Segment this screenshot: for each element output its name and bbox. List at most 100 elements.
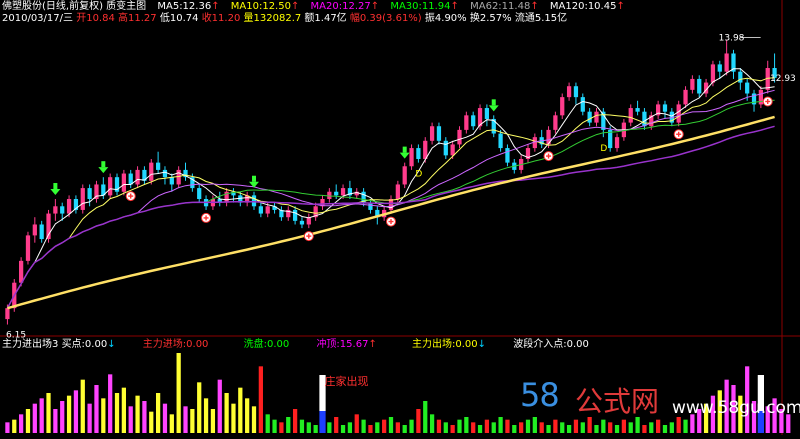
- indicator-name: 主力进出场3: [2, 339, 59, 350]
- watermark-number: 58: [520, 376, 560, 414]
- volume-bar: [669, 422, 674, 433]
- volume-bar: [306, 422, 311, 433]
- volume-bar: [80, 379, 85, 433]
- volume-bar: [128, 406, 133, 433]
- candle-body: [471, 115, 476, 127]
- ma5-label: MA5:12.36: [157, 1, 212, 12]
- signal-bar-bottom: [319, 411, 326, 433]
- candle-body: [573, 86, 579, 98]
- volume-bar: [231, 403, 236, 433]
- volume-bar: [621, 419, 627, 433]
- quote-open: 开10.84: [76, 13, 115, 24]
- volume-bar: [334, 417, 339, 433]
- quote-line: 2010/03/17/三 开10.84 高11.27 低10.74 收11.20…: [2, 13, 567, 25]
- watermark-text: 公式网: [575, 385, 660, 418]
- volume-bar: [32, 403, 37, 433]
- volume-bar: [676, 417, 681, 433]
- volume-bar: [484, 419, 490, 433]
- down-arrow-marker: [101, 161, 106, 168]
- candle-body: [464, 115, 469, 130]
- volume-bar: [498, 417, 503, 433]
- candle-body: [176, 169, 181, 185]
- volume-bar: [183, 406, 188, 433]
- volume-bar: [519, 422, 524, 433]
- volume-bar: [450, 425, 455, 433]
- ma10-label: MA10:12.50: [230, 1, 291, 12]
- volume-bar: [477, 425, 483, 433]
- main-out-arrow: ↓: [477, 339, 487, 350]
- volume-bar: [313, 425, 318, 433]
- volume-bar: [135, 395, 140, 433]
- candle-body: [498, 133, 503, 149]
- candle-body: [553, 115, 558, 130]
- ma62-arrow: ↑: [530, 1, 539, 12]
- volume-bars: 庄家出现: [5, 353, 791, 433]
- volume-bar: [25, 409, 31, 433]
- ma20-arrow: ↑: [370, 1, 380, 12]
- volume-bar: [532, 417, 537, 433]
- candle-body: [758, 89, 763, 105]
- volume-bar: [388, 417, 394, 433]
- quote-change: 幅0.39(3.61%): [349, 13, 422, 24]
- candle-body: [87, 188, 92, 200]
- rush-arrow: ↑: [368, 339, 377, 350]
- ma120-line: [7, 115, 775, 310]
- volume-bar: [402, 425, 407, 433]
- volume-bar: [423, 401, 428, 433]
- candle-body: [614, 137, 620, 149]
- candle-body: [587, 111, 592, 123]
- indicator-band: 波段介入点:0.00: [513, 339, 589, 350]
- down-arrow-marker: [402, 146, 407, 153]
- candle-body: [642, 111, 647, 127]
- candle-body: [334, 191, 339, 196]
- volume-bar: [512, 425, 517, 433]
- volume-bar: [409, 419, 414, 433]
- volume-bar: [210, 409, 216, 433]
- volume-bar: [272, 419, 277, 433]
- volume-bar: [258, 366, 263, 433]
- volume-bar: [94, 385, 99, 433]
- indicator-buy: 买点:0.00: [61, 339, 108, 350]
- ma5-arrow: ↑: [211, 1, 220, 12]
- quote-low: 低10.74: [159, 13, 199, 24]
- down-arrow-marker-head: [488, 105, 499, 112]
- volume-bar: [169, 414, 174, 433]
- volume-bar: [299, 419, 305, 433]
- dealer-annotation: 庄家出现: [325, 374, 369, 388]
- candle-body: [457, 129, 462, 145]
- volume-bar: [292, 409, 298, 433]
- volume-bar: [443, 422, 448, 433]
- quote-amplitude: 振4.90%: [424, 13, 467, 24]
- volume-bar: [46, 393, 51, 433]
- volume-bar: [121, 387, 126, 433]
- candle-body: [149, 162, 154, 181]
- volume-bar: [347, 422, 353, 433]
- buy-arrow: ↓: [107, 339, 116, 350]
- volume-bar: [436, 419, 442, 433]
- ma10-arrow: ↑: [290, 1, 300, 12]
- candle-body: [60, 206, 65, 214]
- candle-body: [745, 82, 750, 94]
- candle-body: [66, 199, 72, 214]
- volume-bar: [546, 425, 551, 433]
- candle-body: [436, 126, 442, 141]
- volume-bar: [19, 414, 24, 433]
- volume-bar: [594, 425, 599, 433]
- candle-body: [155, 162, 161, 170]
- down-arrow-marker-head: [98, 167, 109, 174]
- down-arrow-marker: [491, 99, 496, 106]
- indicator-wash: 洗盘:0.00: [243, 339, 290, 350]
- volume-bar: [553, 419, 558, 433]
- indicator-line: 主力进出场3 买点:0.00↓ 主力进场:0.00 洗盘:0.00 冲顶:15.…: [2, 339, 589, 351]
- down-arrow-marker: [53, 183, 58, 190]
- candle-body: [251, 195, 257, 207]
- volume-bar: [375, 422, 380, 433]
- down-arrow-marker-head: [50, 189, 61, 196]
- volume-bar: [573, 419, 579, 433]
- quote-high: 高11.27: [118, 13, 157, 24]
- candle-body: [197, 188, 202, 200]
- last-price-label: 12.93: [770, 74, 796, 84]
- candle-body: [697, 78, 702, 94]
- volume-bar: [457, 419, 462, 433]
- volume-bar: [340, 425, 346, 433]
